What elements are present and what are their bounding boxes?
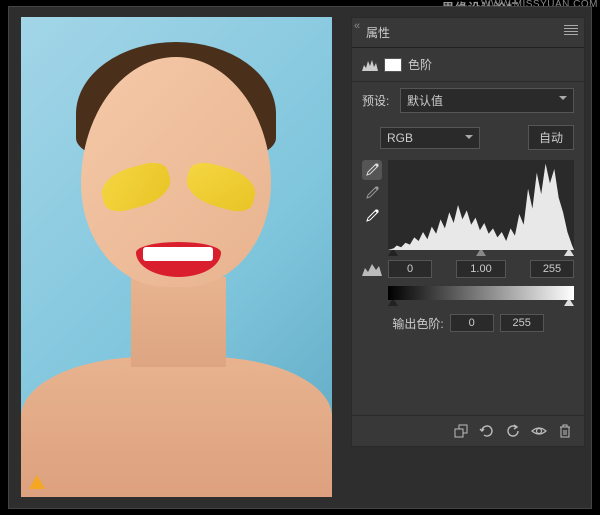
preset-dropdown[interactable]: 默认值 [400,88,574,113]
eyedropper-group [362,160,384,250]
warning-icon[interactable] [29,475,45,489]
output-values-row: 输出色阶: [352,306,584,340]
adjustment-type-row: 色阶 [352,48,584,82]
panel-menu-icon[interactable] [564,25,578,35]
layer-mask-thumb[interactable] [384,58,402,72]
preset-row: 预设: 默认值 [352,82,584,119]
levels-icon [362,59,378,71]
panel-footer [352,415,584,446]
histogram-svg [388,160,574,250]
preset-label: 预设: [362,92,392,109]
input-mid-field[interactable] [456,260,506,278]
panel-collapse-icon[interactable]: « [354,20,360,32]
input-shadows-field[interactable] [388,260,432,278]
eyedropper-gray[interactable] [362,183,382,203]
reset-button[interactable] [502,422,524,440]
output-gradient[interactable] [388,286,574,300]
channel-dropdown[interactable]: RGB [380,127,480,149]
delete-button[interactable] [554,422,576,440]
portrait-neck [131,277,226,367]
properties-panel: « 属性 色阶 预设: 默认值 RGB 自动 [351,17,585,447]
input-values-row [352,256,584,282]
portrait-teeth [143,247,213,261]
auto-button[interactable]: 自动 [528,125,574,150]
adjustment-label: 色阶 [408,56,432,73]
histogram-chart[interactable] [388,160,574,250]
portrait-shoulders [21,357,332,497]
output-highlights-field[interactable] [500,314,544,332]
clip-to-layer-button[interactable] [450,422,472,440]
eyedropper-white[interactable] [362,206,382,226]
view-previous-button[interactable] [476,422,498,440]
panel-tab-bar: « 属性 [352,18,584,48]
app-window: « 属性 色阶 预设: 默认值 RGB 自动 [8,6,592,509]
eyedropper-black[interactable] [362,160,382,180]
channel-row: RGB 自动 [352,119,584,156]
visibility-button[interactable] [528,422,550,440]
input-highlights-field[interactable] [530,260,574,278]
output-shadows-field[interactable] [450,314,494,332]
output-label: 输出色阶: [392,315,443,332]
input-levels-icon [362,262,382,276]
histogram-area [352,156,584,250]
document-canvas[interactable] [21,17,332,497]
